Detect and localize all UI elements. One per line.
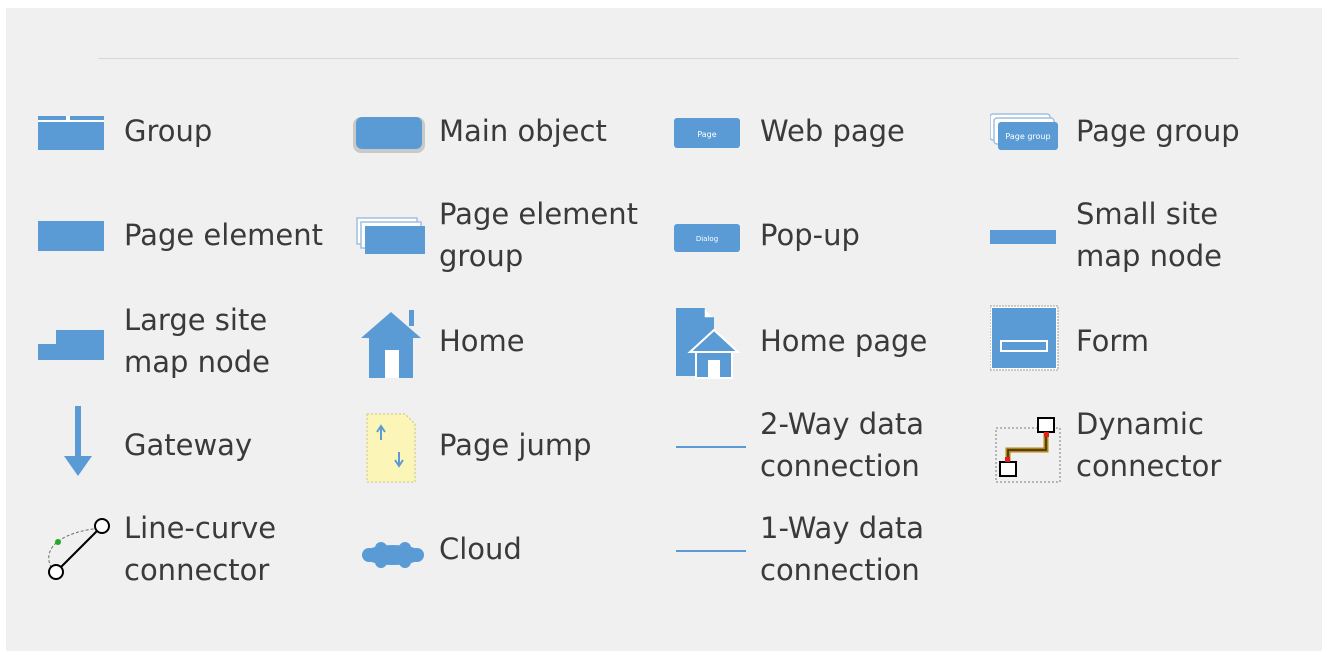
- small-site-map-node-icon: [990, 190, 1070, 280]
- dynamic-connector-icon: [990, 400, 1070, 490]
- shape-form[interactable]: Form: [990, 296, 1290, 386]
- shape-label: Form: [1076, 324, 1150, 358]
- form-icon: [990, 296, 1070, 386]
- shape-dynamic-connector[interactable]: Dynamic connector: [990, 400, 1290, 490]
- shape-label: Small site map node: [1076, 197, 1223, 273]
- page-element-icon: [38, 190, 118, 280]
- shape-label: Web page: [760, 114, 905, 148]
- web-page-icon: Page: [674, 86, 754, 176]
- shape-label: Gateway: [124, 428, 253, 462]
- shape-label: 2-Way data connection: [760, 407, 925, 483]
- page-jump-icon: [353, 400, 433, 490]
- gateway-arrow-icon: [38, 400, 118, 490]
- line-curve-connector-icon: [38, 504, 118, 594]
- shape-page-element[interactable]: Page element: [38, 190, 338, 280]
- shape-page-group[interactable]: Page group Page group: [990, 86, 1290, 176]
- shape-label: 1-Way data connection: [760, 511, 925, 587]
- shape-main-object[interactable]: Main object: [353, 86, 653, 176]
- shape-web-page[interactable]: Page Web page: [674, 86, 974, 176]
- shape-label: Large site map node: [124, 303, 271, 379]
- shape-one-way-data-connection[interactable]: 1-Way data connection: [674, 504, 974, 594]
- one-way-line-icon: [674, 504, 754, 594]
- shape-label: Cloud: [439, 532, 522, 566]
- two-way-line-icon: [674, 400, 754, 490]
- shape-two-way-data-connection[interactable]: 2-Way data connection: [674, 400, 974, 490]
- shape-label: Group: [124, 114, 213, 148]
- group-icon: [38, 86, 118, 176]
- shape-page-element-group[interactable]: Page element group: [353, 190, 653, 280]
- home-icon: [353, 296, 433, 386]
- shape-label: Dynamic connector: [1076, 407, 1222, 483]
- shape-label: Main object: [439, 114, 607, 148]
- shape-label: Page element group: [439, 197, 639, 273]
- panel-divider: [98, 58, 1239, 59]
- shape-label: Home: [439, 324, 525, 358]
- cloud-icon: [353, 504, 433, 594]
- shape-large-site-map-node[interactable]: Large site map node: [38, 296, 338, 386]
- shape-label: Page element: [124, 218, 324, 252]
- shape-home-page[interactable]: Home page: [674, 296, 974, 386]
- page-element-group-icon: [353, 190, 433, 280]
- large-site-map-node-icon: [38, 296, 118, 386]
- shape-group[interactable]: Group: [38, 86, 338, 176]
- pop-up-icon: Dialog: [674, 190, 754, 280]
- main-object-icon: [353, 86, 433, 176]
- shape-page-jump[interactable]: Page jump: [353, 400, 653, 490]
- shapes-panel: Group Main object Page Web page Page gro…: [6, 8, 1322, 651]
- svg-text:Page group: Page group: [1005, 132, 1050, 141]
- shape-label: Page jump: [439, 428, 592, 462]
- page-group-icon: Page group: [990, 86, 1070, 176]
- shape-label: Line-curve connector: [124, 511, 277, 587]
- shape-gateway[interactable]: Gateway: [38, 400, 338, 490]
- svg-text:Dialog: Dialog: [696, 235, 718, 243]
- shape-small-site-map-node[interactable]: Small site map node: [990, 190, 1290, 280]
- shape-line-curve-connector[interactable]: Line-curve connector: [38, 504, 338, 594]
- home-page-icon: [674, 296, 754, 386]
- shape-label: Pop-up: [760, 218, 860, 252]
- shape-label: Page group: [1076, 114, 1240, 148]
- svg-text:Page: Page: [697, 130, 716, 139]
- shape-label: Home page: [760, 324, 928, 358]
- shape-cloud[interactable]: Cloud: [353, 504, 653, 594]
- shape-pop-up[interactable]: Dialog Pop-up: [674, 190, 974, 280]
- shape-home[interactable]: Home: [353, 296, 653, 386]
